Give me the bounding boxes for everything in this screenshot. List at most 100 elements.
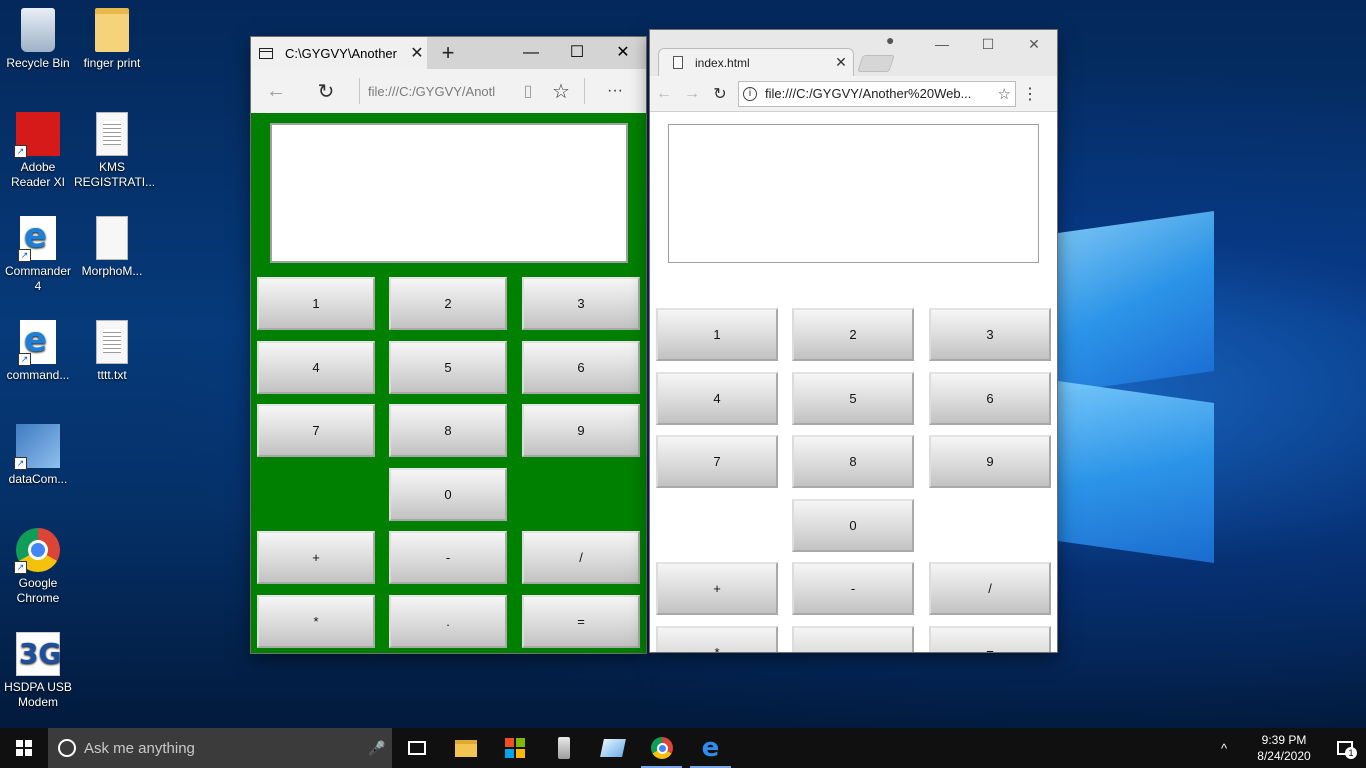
desktop-icon-datacom[interactable]: ↗ dataCom...: [0, 424, 76, 487]
start-button[interactable]: [0, 728, 48, 768]
calc-button[interactable]: =: [522, 594, 640, 648]
folder-icon: [95, 8, 129, 52]
calc-button[interactable]: +: [656, 562, 778, 615]
desktop-icon-finger-print[interactable]: finger print: [74, 8, 150, 71]
calc-button[interactable]: 1: [257, 277, 375, 330]
shortcut-arrow-icon: ↗: [14, 145, 27, 158]
calc-button[interactable]: 5: [792, 371, 914, 425]
cortana-search-box[interactable]: Ask me anything 🎤: [48, 728, 392, 768]
desktop-icon-adobe-reader[interactable]: ↗ Adobe Reader XI: [0, 112, 76, 190]
kebab-menu-icon[interactable]: ⋮: [1016, 84, 1044, 104]
calc-button[interactable]: 0: [389, 467, 507, 521]
new-tab-button[interactable]: +: [431, 40, 465, 66]
calc-button[interactable]: -: [792, 562, 914, 615]
internet-explorer-icon: e ↗: [18, 216, 56, 262]
calc-button[interactable]: 7: [257, 404, 375, 457]
back-arrow-icon[interactable]: ←: [650, 85, 678, 103]
calc-button[interactable]: 1: [656, 308, 778, 361]
forward-arrow-icon[interactable]: →: [678, 85, 706, 103]
calc-button[interactable]: /: [522, 531, 640, 584]
calc-button[interactable]: 9: [929, 435, 1051, 488]
calc-button[interactable]: 3: [522, 277, 640, 330]
file-explorer-icon: [454, 739, 477, 757]
chrome-taskbar-button[interactable]: [637, 728, 686, 768]
calc-button[interactable]: /: [929, 562, 1051, 615]
more-menu-icon[interactable]: ···: [593, 82, 637, 100]
maximize-button[interactable]: ☐: [554, 37, 600, 69]
blank-file-icon: [96, 216, 128, 260]
edge-tab[interactable]: C:\GYGVY\Another ✕: [251, 37, 427, 69]
show-hidden-icons-chevron-icon[interactable]: ^: [1212, 741, 1236, 756]
refresh-icon[interactable]: ↻: [301, 79, 351, 104]
calc-button[interactable]: 8: [792, 435, 914, 488]
calculator-display[interactable]: [270, 123, 628, 263]
calc-button[interactable]: 0: [792, 498, 914, 552]
bookmark-star-icon[interactable]: ☆: [998, 85, 1011, 103]
clock-date: 8/24/2020: [1257, 749, 1311, 763]
desktop-icon-hsdpa-modem[interactable]: 3G HSDPA USB Modem: [0, 632, 76, 710]
close-tab-icon[interactable]: ✕: [407, 43, 427, 63]
clock[interactable]: 9:39 PM 8/24/2020: [1244, 732, 1324, 764]
chrome-tab[interactable]: index.html ✕: [658, 48, 854, 76]
calc-button[interactable]: 2: [792, 308, 914, 361]
desktop-icon-kms-registration[interactable]: KMS REGISTRATI...: [74, 112, 155, 190]
calc-button[interactable]: .: [792, 625, 914, 652]
minimize-button[interactable]: —: [919, 30, 965, 58]
microphone-icon[interactable]: 🎤: [362, 740, 392, 757]
chrome-tab-title: index.html: [695, 55, 750, 70]
calc-button[interactable]: 9: [522, 404, 640, 457]
close-window-button[interactable]: ✕: [1011, 30, 1057, 58]
desktop-icon-tttt-txt[interactable]: tttt.txt: [74, 320, 150, 383]
notification-count-badge: 1: [1345, 747, 1357, 759]
close-window-button[interactable]: ✕: [600, 37, 646, 69]
maximize-button[interactable]: ☐: [965, 30, 1011, 58]
calc-button[interactable]: 6: [522, 340, 640, 394]
desktop-icon-recycle-bin[interactable]: Recycle Bin: [0, 8, 76, 71]
calc-button[interactable]: 8: [389, 404, 507, 457]
calc-button[interactable]: 3: [929, 308, 1051, 361]
omnibox[interactable]: i file:///C:/GYGVY/Another%20Web... ☆: [738, 80, 1016, 107]
calc-button[interactable]: .: [389, 594, 507, 648]
favorite-star-icon[interactable]: ☆: [546, 79, 576, 104]
desktop-icon-commander-4[interactable]: e ↗ Commander 4: [0, 216, 76, 294]
page-icon: [673, 56, 683, 69]
minimize-button[interactable]: —: [508, 37, 554, 69]
profile-icon[interactable]: ●: [886, 32, 894, 48]
calc-button[interactable]: 4: [257, 340, 375, 394]
calc-button[interactable]: 5: [389, 340, 507, 394]
notes-app-button[interactable]: [588, 728, 637, 768]
back-arrow-icon[interactable]: ←: [251, 80, 301, 103]
calc-button[interactable]: =: [929, 625, 1051, 652]
task-view-button[interactable]: [392, 728, 441, 768]
desktop-icon-google-chrome[interactable]: ↗ Google Chrome: [0, 528, 76, 606]
info-icon[interactable]: i: [743, 86, 757, 101]
desktop-icon-command[interactable]: e ↗ command...: [0, 320, 76, 383]
action-center-button[interactable]: 1: [1324, 728, 1366, 768]
device-app-button[interactable]: [539, 728, 588, 768]
store-icon: [504, 738, 525, 758]
calc-button[interactable]: *: [656, 625, 778, 652]
store-button[interactable]: [490, 728, 539, 768]
file-explorer-button[interactable]: [441, 728, 490, 768]
new-tab-button[interactable]: [857, 55, 895, 72]
desktop-icon-label: Recycle Bin: [6, 56, 70, 70]
chrome-icon: [650, 737, 673, 759]
reading-view-icon[interactable]: ▯: [510, 81, 546, 101]
address-bar[interactable]: file:///C:/GYGVY/Anotl: [368, 84, 510, 99]
edge-taskbar-button[interactable]: e: [686, 728, 735, 768]
close-tab-icon[interactable]: ✕: [829, 54, 853, 71]
cortana-icon: [58, 739, 76, 757]
calc-button[interactable]: -: [389, 531, 507, 584]
calc-button[interactable]: 6: [929, 371, 1051, 425]
calculator-display[interactable]: [668, 124, 1039, 263]
calc-button[interactable]: +: [257, 531, 375, 584]
calc-button[interactable]: 2: [389, 277, 507, 330]
chrome-navbar: ← → ↻ i file:///C:/GYGVY/Another%20Web..…: [650, 76, 1057, 112]
desktop-icon-morphom[interactable]: MorphoM...: [74, 216, 150, 279]
desktop-icon-label: tttt.txt: [97, 368, 127, 382]
calc-button[interactable]: 4: [656, 371, 778, 425]
calc-button[interactable]: *: [257, 594, 375, 648]
calc-button[interactable]: 7: [656, 435, 778, 488]
desktop-icon-label: finger print: [83, 56, 141, 70]
reload-icon[interactable]: ↻: [706, 84, 734, 104]
